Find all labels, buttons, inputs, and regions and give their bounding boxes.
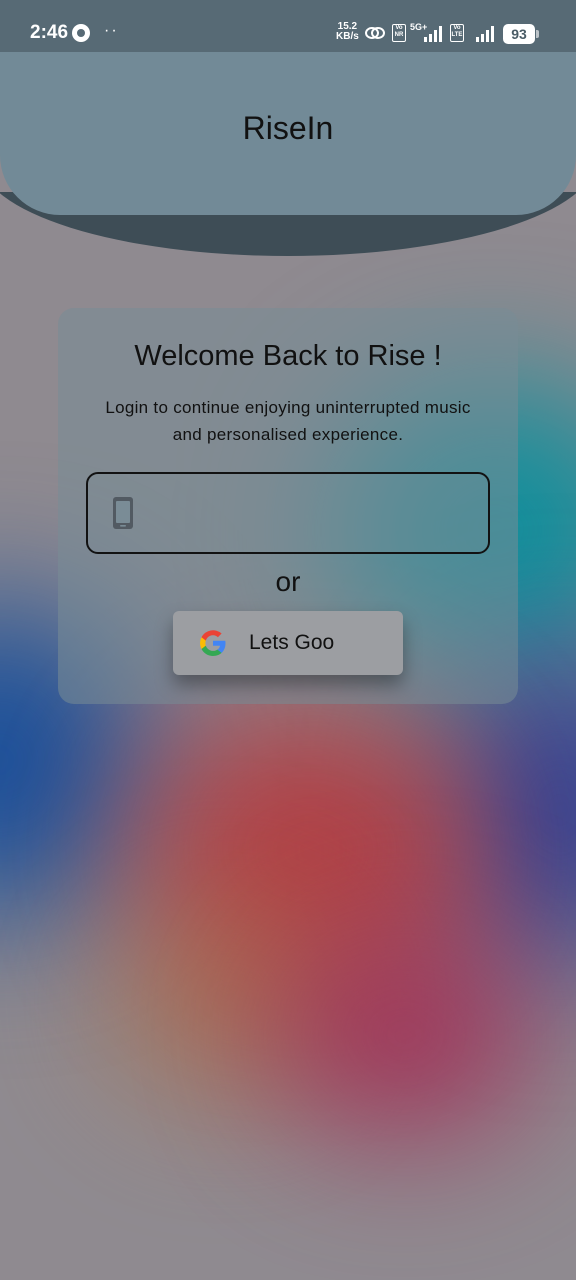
login-subtitle: Login to continue enjoying uninterrupted…	[105, 398, 471, 444]
battery-level: 93	[503, 24, 539, 44]
phone-icon	[113, 497, 133, 529]
phone-number-input[interactable]	[154, 490, 474, 536]
google-button-label: Lets Goo	[249, 631, 335, 654]
google-icon	[200, 630, 226, 656]
signal-strength-icon	[424, 26, 442, 42]
network-speed-unit: KB/s	[336, 31, 359, 42]
notification-dots: ··	[104, 22, 119, 39]
status-bar: 2:46 ·· 15.2 KB/s Vo NR 5G+ Vo LTE 93	[0, 0, 576, 52]
or-divider-text: or	[275, 566, 301, 597]
google-sign-in-button[interactable]: Lets Goo	[173, 611, 403, 675]
welcome-title: Welcome Back to Rise !	[134, 340, 442, 372]
phone-number-field[interactable]	[86, 472, 490, 554]
network-speed: 15.2 KB/s	[336, 22, 359, 42]
volte-lte-badge: Vo LTE	[450, 24, 464, 42]
signal-strength-icon	[476, 26, 494, 42]
notification-app-icon	[72, 24, 90, 42]
background-blob	[270, 930, 540, 1140]
app-title: RiseIn	[242, 110, 334, 146]
status-time: 2:46	[30, 22, 69, 43]
volte-nr-badge: Vo NR	[392, 24, 406, 42]
hotspot-icon	[365, 27, 385, 39]
login-card: Welcome Back to Rise ! Login to continue…	[58, 308, 518, 704]
